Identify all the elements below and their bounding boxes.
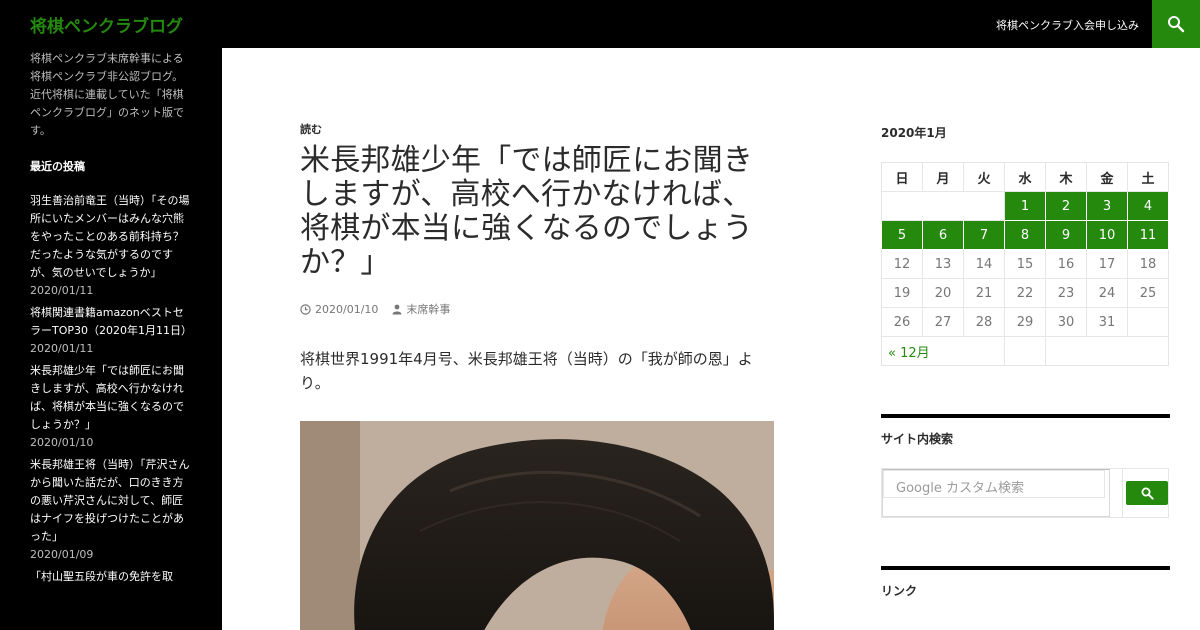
calendar-day-link[interactable]: 10 bbox=[1086, 220, 1128, 250]
google-search-box: Google カスタム検索 bbox=[882, 469, 1110, 517]
links-widget-title: リンク bbox=[881, 584, 918, 598]
calendar-day-link[interactable]: 11 bbox=[1127, 220, 1169, 250]
calendar-day-link[interactable]: 8 bbox=[1004, 220, 1046, 250]
portrait-illustration bbox=[300, 421, 774, 630]
calendar-day-link[interactable]: 3 bbox=[1086, 191, 1128, 221]
calendar-table: 日月火水木金土 1 2 3 4 5 6 7 8 9 10 11 12 13 14 15 16 17 18 19 20 2… bbox=[881, 162, 1169, 366]
recent-posts-title: 最近の投稿 bbox=[30, 160, 85, 173]
calendar-weekday: 金 bbox=[1086, 162, 1128, 192]
calendar-day: 20 bbox=[922, 278, 964, 308]
post-meta: 2020/01/10 末席幹事 bbox=[300, 301, 450, 317]
recent-post-link[interactable]: 「村山聖五段が車の免許を取 bbox=[30, 568, 190, 586]
site-title[interactable]: 将棋ペンクラブログ bbox=[30, 12, 183, 37]
recent-post-link[interactable]: 米長邦雄少年「では師匠にお聞きしますが、高校へ行かなければ、将棋が本当に強くなる… bbox=[30, 362, 190, 434]
calendar-day: 26 bbox=[881, 307, 923, 337]
calendar-weekday: 土 bbox=[1127, 162, 1169, 192]
main-content: 読む 米長邦雄少年「では師匠にお聞きしますが、高校へ行かなければ、将棋が本当に強… bbox=[222, 48, 1200, 630]
site-header: 将棋ペンクラブログ 将棋ペンクラブ入会申し込み bbox=[0, 0, 1200, 48]
divider bbox=[1122, 469, 1123, 517]
calendar-day-link[interactable]: 2 bbox=[1045, 191, 1087, 221]
calendar-prev-month-link[interactable]: « 12月 bbox=[881, 336, 1005, 366]
calendar-day: 19 bbox=[881, 278, 923, 308]
calendar-day: 28 bbox=[963, 307, 1005, 337]
calendar-day-link[interactable]: 7 bbox=[963, 220, 1005, 250]
widget-divider bbox=[881, 566, 1170, 570]
nav-join-link[interactable]: 将棋ペンクラブ入会申し込み bbox=[996, 17, 1139, 33]
calendar-day: 30 bbox=[1045, 307, 1087, 337]
recent-post-date: 2020/01/11 bbox=[30, 284, 94, 297]
calendar-day-link[interactable]: 6 bbox=[922, 220, 964, 250]
post-photo bbox=[300, 421, 774, 630]
google-search-button[interactable] bbox=[1126, 481, 1168, 505]
search-widget-title: サイト内検索 bbox=[881, 432, 954, 446]
widget-divider bbox=[881, 414, 1170, 418]
calendar-day: 23 bbox=[1045, 278, 1087, 308]
recent-posts-list: 羽生善治前竜王（当時）「その場所にいたメンバーはみんな穴熊をやったことのある前科… bbox=[30, 192, 192, 591]
recent-post-item: 将棋関連書籍amazonベストセラーTOP30（2020年1月11日） 2020/… bbox=[30, 304, 192, 357]
recent-post-link[interactable]: 羽生善治前竜王（当時）「その場所にいたメンバーはみんな穴熊をやったことのある前科… bbox=[30, 192, 190, 282]
recent-post-link[interactable]: 米長邦雄王将（当時）「芹沢さんから聞いた話だが、口のきき方の悪い芹沢さんに対して… bbox=[30, 456, 190, 546]
calendar-day: 21 bbox=[963, 278, 1005, 308]
recent-post-item: 米長邦雄王将（当時）「芹沢さんから聞いた話だが、口のきき方の悪い芹沢さんに対して… bbox=[30, 456, 190, 563]
post-date[interactable]: 2020/01/10 bbox=[315, 303, 378, 316]
calendar-day: 15 bbox=[1004, 249, 1046, 279]
recent-post-date: 2020/01/10 bbox=[30, 436, 94, 449]
recent-post-date: 2020/01/11 bbox=[30, 342, 94, 355]
calendar-day: 22 bbox=[1004, 278, 1046, 308]
user-icon bbox=[392, 304, 402, 314]
recent-post-item: 米長邦雄少年「では師匠にお聞きしますが、高校へ行かなければ、将棋が本当に強くなる… bbox=[30, 362, 190, 451]
sidebar: 将棋ペンクラブ末席幹事による将棋ペンクラブ非公認ブログ。近代将棋に連載していた「… bbox=[0, 48, 222, 630]
calendar-empty-cell bbox=[1004, 336, 1046, 366]
search-toggle-button[interactable] bbox=[1152, 0, 1200, 48]
calendar-weekday: 水 bbox=[1004, 162, 1046, 192]
recent-post-link[interactable]: 将棋関連書籍amazonベストセラーTOP30（2020年1月11日） bbox=[30, 304, 192, 340]
recent-post-item: 「村山聖五段が車の免許を取 bbox=[30, 568, 190, 586]
calendar-day-link[interactable]: 9 bbox=[1045, 220, 1087, 250]
calendar-day: 25 bbox=[1127, 278, 1169, 308]
calendar-weekday: 日 bbox=[881, 162, 923, 192]
post-title[interactable]: 米長邦雄少年「では師匠にお聞きしますが、高校へ行かなければ、将棋が本当に強くなる… bbox=[300, 144, 774, 280]
calendar-caption: 2020年1月 bbox=[881, 126, 947, 140]
calendar-day: 13 bbox=[922, 249, 964, 279]
calendar-day: 12 bbox=[881, 249, 923, 279]
calendar-weekday: 月 bbox=[922, 162, 964, 192]
calendar-weekday: 火 bbox=[963, 162, 1005, 192]
search-icon bbox=[1141, 487, 1154, 500]
calendar-day-link[interactable]: 4 bbox=[1127, 191, 1169, 221]
calendar-day-link[interactable]: 1 bbox=[1004, 191, 1046, 221]
site-description: 将棋ペンクラブ末席幹事による将棋ペンクラブ非公認ブログ。近代将棋に連載していた「… bbox=[30, 52, 184, 137]
recent-post-date: 2020/01/09 bbox=[30, 548, 94, 561]
calendar-empty-cell bbox=[1045, 336, 1169, 366]
post-category[interactable]: 読む bbox=[300, 121, 322, 137]
google-search-form: Google カスタム検索 bbox=[881, 468, 1169, 518]
google-search-input[interactable]: Google カスタム検索 bbox=[883, 470, 1105, 498]
clock-icon bbox=[300, 303, 311, 315]
calendar-day: 17 bbox=[1086, 249, 1128, 279]
calendar-day-link[interactable]: 5 bbox=[881, 220, 923, 250]
search-icon bbox=[1168, 16, 1185, 33]
calendar-empty-cell bbox=[1127, 307, 1169, 337]
calendar-day: 27 bbox=[922, 307, 964, 337]
post-excerpt: 将棋世界1991年4月号、米長邦雄王将（当時）の「我が師の恩」より。 bbox=[300, 350, 753, 392]
calendar-day: 18 bbox=[1127, 249, 1169, 279]
calendar-day: 16 bbox=[1045, 249, 1087, 279]
calendar-day: 31 bbox=[1086, 307, 1128, 337]
calendar-empty-cell bbox=[881, 191, 1005, 221]
calendar-day: 14 bbox=[963, 249, 1005, 279]
calendar-day: 24 bbox=[1086, 278, 1128, 308]
recent-post-item: 羽生善治前竜王（当時）「その場所にいたメンバーはみんな穴熊をやったことのある前科… bbox=[30, 192, 190, 299]
calendar-weekday: 木 bbox=[1045, 162, 1087, 192]
calendar-day: 29 bbox=[1004, 307, 1046, 337]
post-author[interactable]: 末席幹事 bbox=[406, 301, 450, 317]
